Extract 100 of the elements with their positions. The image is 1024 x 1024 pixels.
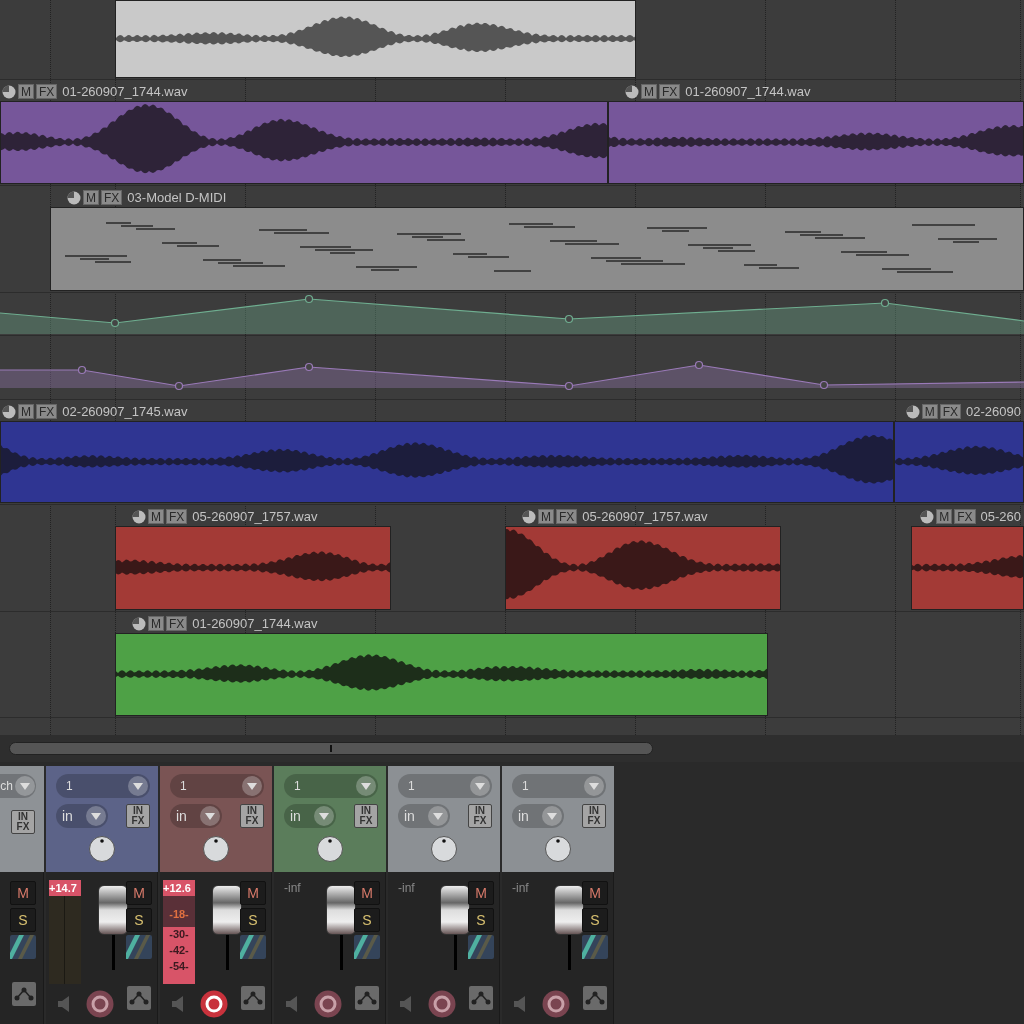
mute-button[interactable]: M [10, 881, 36, 905]
audio-item[interactable] [115, 633, 768, 716]
input-dropdown[interactable]: ch [0, 774, 36, 798]
input-dropdown[interactable]: in [284, 804, 336, 828]
volume-fader[interactable] [98, 885, 128, 936]
channel-dropdown[interactable]: 1 [170, 774, 264, 798]
meter-scale-label: -54- [168, 960, 190, 972]
solo-button[interactable]: S [354, 908, 380, 932]
input-dropdown[interactable]: in [398, 804, 450, 828]
track-color-button[interactable] [10, 935, 36, 959]
volume-fader[interactable] [440, 885, 470, 936]
item-button[interactable]: FX [166, 616, 188, 632]
track-color-button[interactable] [126, 935, 152, 959]
input-fx-button[interactable]: IN FX [354, 804, 378, 828]
dropdown-caret-icon [242, 776, 262, 796]
level-reading: -inf [512, 880, 529, 897]
item-button[interactable]: FX [166, 509, 188, 525]
horizontal-scrollbar[interactable] [9, 742, 653, 755]
mute-button[interactable]: M [468, 881, 494, 905]
track-color-button[interactable] [468, 935, 494, 959]
input-dropdown[interactable]: in [170, 804, 222, 828]
mute-button[interactable]: M [354, 881, 380, 905]
item-name: 01-260907_1744.wav [685, 83, 811, 101]
solo-button[interactable]: S [468, 908, 494, 932]
input-dropdown[interactable]: in [56, 804, 108, 828]
input-dropdown[interactable]: in [512, 804, 564, 828]
record-arm-button[interactable] [200, 990, 228, 1018]
input-fx-button[interactable]: IN FX [582, 804, 606, 828]
item-button[interactable]: FX [659, 84, 681, 100]
solo-button[interactable]: S [10, 908, 36, 932]
pan-knob[interactable] [317, 836, 343, 862]
input-fx-button[interactable]: IN FX [11, 810, 35, 834]
item-button[interactable]: M [641, 84, 657, 100]
channel-dropdown[interactable]: 1 [284, 774, 378, 798]
item-button[interactable]: M [83, 190, 99, 206]
input-fx-button[interactable]: IN FX [126, 804, 150, 828]
volume-fader[interactable] [554, 885, 584, 936]
record-arm-button[interactable] [542, 990, 570, 1018]
level-reading: -inf [284, 880, 301, 897]
item-name: 01-260907_1744.wav [192, 615, 318, 633]
clock-icon[interactable] [132, 509, 146, 524]
item-button[interactable]: M [921, 404, 938, 420]
volume-envelope[interactable] [0, 293, 1024, 336]
clock-icon[interactable] [67, 190, 81, 205]
dropdown-caret-icon [428, 806, 448, 826]
clock-icon[interactable] [2, 404, 16, 419]
envelope-button[interactable] [12, 982, 36, 1006]
mute-button[interactable]: M [582, 881, 608, 905]
clock-icon[interactable] [625, 84, 639, 99]
track-color-button[interactable] [240, 935, 266, 959]
mute-button[interactable]: M [240, 881, 266, 905]
pan-knob[interactable] [203, 836, 229, 862]
clock-icon[interactable] [522, 509, 536, 524]
record-arm-button[interactable] [428, 990, 456, 1018]
item-button[interactable]: M [148, 616, 164, 632]
volume-fader[interactable] [212, 885, 242, 936]
input-fx-button[interactable]: IN FX [468, 804, 492, 828]
solo-button[interactable]: S [126, 908, 152, 932]
meter-scale-label: -18- [168, 908, 190, 920]
item-button[interactable]: FX [954, 509, 976, 525]
input-fx-button[interactable]: IN FX [240, 804, 264, 828]
item-button[interactable]: FX [36, 84, 58, 100]
record-arm-button[interactable] [86, 990, 114, 1018]
item-button[interactable]: FX [556, 509, 578, 525]
envelope-button[interactable] [355, 986, 379, 1010]
item-button[interactable]: M [936, 509, 953, 525]
clock-icon[interactable] [2, 84, 16, 99]
mute-button[interactable]: M [126, 881, 152, 905]
dropdown-caret-icon [128, 776, 148, 796]
clock-icon[interactable] [920, 509, 935, 524]
envelope-button[interactable] [127, 986, 151, 1010]
envelope-button[interactable] [241, 986, 265, 1010]
envelope-button[interactable] [583, 986, 607, 1010]
meter-scale-label: -42- [168, 944, 190, 956]
envelope-button[interactable] [469, 986, 493, 1010]
item-button[interactable]: M [18, 84, 34, 100]
item-button[interactable]: FX [36, 404, 58, 420]
record-arm-button[interactable] [314, 990, 342, 1018]
channel-dropdown[interactable]: 1 [398, 774, 492, 798]
channel-dropdown[interactable]: 1 [56, 774, 150, 798]
clock-icon[interactable] [905, 404, 920, 419]
clock-icon[interactable] [132, 616, 146, 631]
audio-item[interactable] [115, 0, 636, 78]
midi-item[interactable] [50, 207, 1024, 291]
dropdown-caret-icon [356, 776, 376, 796]
track-color-button[interactable] [354, 935, 380, 959]
channel-dropdown[interactable]: 1 [512, 774, 606, 798]
item-button[interactable]: M [148, 509, 164, 525]
volume-fader[interactable] [326, 885, 356, 936]
solo-button[interactable]: S [582, 908, 608, 932]
item-button[interactable]: FX [939, 404, 962, 420]
pan-knob[interactable] [431, 836, 457, 862]
item-button[interactable]: M [18, 404, 34, 420]
solo-button[interactable]: S [240, 908, 266, 932]
item-button[interactable]: FX [101, 190, 123, 206]
pan-knob[interactable] [545, 836, 571, 862]
item-button[interactable]: M [538, 509, 554, 525]
pan-knob[interactable] [89, 836, 115, 862]
item-name: 02-26090 [966, 403, 1021, 421]
track-color-button[interactable] [582, 935, 608, 959]
